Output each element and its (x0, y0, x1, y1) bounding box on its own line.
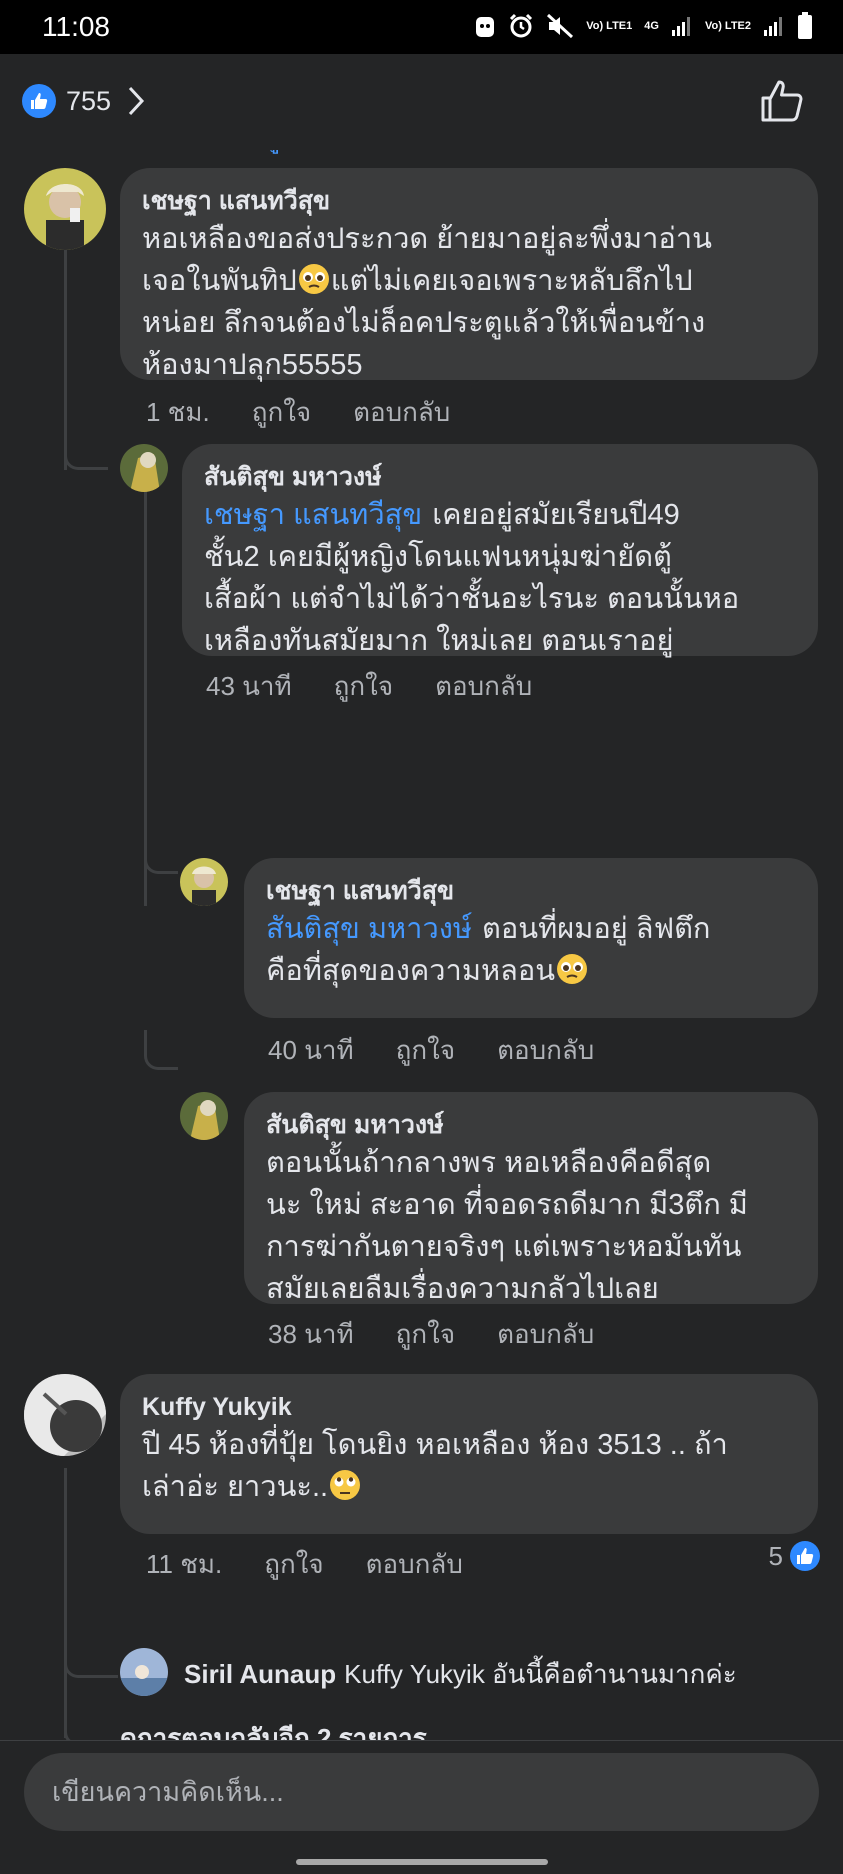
avatar[interactable] (120, 444, 168, 492)
like-badge-icon (22, 84, 56, 118)
comment-text: สันติสุข มหาวงษ์ ตอนที่ผมอยู่ ลิฟตึก คือท… (266, 913, 711, 987)
comment-actions: 43 นาที ถูกใจ ตอบกลับ (206, 666, 532, 707)
comment-actions: 40 นาที ถูกใจ ตอบกลับ (268, 1030, 594, 1071)
status-icons: Vo) LTE1 4G Vo) LTE2 (474, 12, 813, 40)
reply-link[interactable]: ตอบกลับ (435, 666, 532, 707)
status-bar: 11:08 Vo) LTE1 4G Vo) LTE2 (0, 0, 843, 54)
comment-bubble[interactable]: สันติสุข มหาวงษ์ เชษฐา แสนทวีสุข เคยอยู่ส… (182, 444, 818, 657)
avatar[interactable] (180, 1092, 228, 1140)
comment-input[interactable] (24, 1753, 819, 1831)
alarm-icon (510, 13, 533, 38)
comment-time: 43 นาที (206, 671, 292, 701)
reply-link[interactable]: ตอบกลับ (366, 1544, 463, 1585)
like-button-icon[interactable] (759, 78, 805, 124)
home-indicator[interactable] (296, 1859, 548, 1865)
comment-actions: 38 นาที ถูกใจ ตอบกลับ (268, 1314, 594, 1355)
comment-author[interactable]: เชษฐา แสนทวีสุข (266, 874, 796, 908)
like-count: 755 (66, 85, 112, 116)
pleading-face-emoji-icon (298, 264, 329, 294)
like-reaction-icon (790, 1541, 820, 1571)
comment-bubble[interactable]: เชษฐา แสนทวีสุข สันติสุข มหาวงษ์ ตอนที่ผม… (244, 858, 818, 1018)
comment-text: เชษฐา แสนทวีสุข เคยอยู่สมัยเรียนปี49 ชั้น… (204, 499, 740, 657)
comment-time: 1 ชม. (146, 397, 210, 427)
comment-bubble[interactable]: เชษฐา แสนทวีสุข หอเหลืองขอส่งประกวด ย้าย… (120, 168, 818, 381)
thread-elbow (144, 1030, 178, 1070)
like-link[interactable]: ถูกใจ (396, 1030, 455, 1071)
signal-icon-2 (764, 17, 782, 36)
avatar[interactable] (180, 858, 228, 906)
comment-bubble[interactable]: Kuffy Yukyik ปี 45 ห้องที่ปุ้ย โดนยิง หอ… (120, 1374, 818, 1534)
reaction-count: 5 (769, 1540, 821, 1572)
reply-link[interactable]: ตอบกลับ (497, 1314, 594, 1355)
reply-link[interactable]: ตอบกลับ (497, 1030, 594, 1071)
reply-link[interactable]: ตอบกลับ (353, 392, 450, 433)
like-link[interactable]: ถูกใจ (396, 1314, 455, 1355)
view-more-replies-link[interactable]: ดูการตอบกลับอีก 2 รายการ... (120, 1718, 448, 1740)
comment-time: 38 นาที (268, 1319, 354, 1349)
4g-label: 4G (644, 20, 659, 32)
comment-composer (0, 1740, 843, 1874)
comment-time: 11 ชม. (146, 1549, 223, 1579)
reply-preview-author[interactable]: Siril Aunaup (184, 1659, 336, 1689)
comment-actions: 11 ชม. ถูกใจ ตอบกลับ (146, 1544, 463, 1585)
mention-link[interactable]: สันติสุข มหาวงษ์ (266, 913, 472, 945)
comment-author[interactable]: เชษฐา แสนทวีสุข (142, 184, 796, 218)
battery-icon (798, 12, 812, 39)
comment-text: ปี 45 ห้องที่ปุ้ย โดนยิง หอเหลือง ห้อง 3… (142, 1429, 728, 1503)
lte2-label: Vo) LTE2 (704, 20, 751, 32)
comment-bubble[interactable]: สันติสุข มหาวงษ์ ตอนนั้นถ้ากลางพร หอเหลื… (244, 1092, 818, 1305)
thread-line (64, 1468, 67, 1738)
lte1-label: Vo) LTE1 (586, 20, 633, 32)
like-link[interactable]: ถูกใจ (334, 666, 393, 707)
thread-elbow (64, 412, 108, 470)
thread-elbow (144, 834, 178, 874)
chevron-right-icon (128, 86, 145, 116)
thread-elbow (64, 1642, 118, 1678)
comment-text: หอเหลืองขอส่งประกวด ย้ายมาอยู่ละพึ่งมาอ่… (142, 223, 712, 381)
eye-roll-emoji-icon (330, 1470, 361, 1500)
thread-elbow (64, 1710, 118, 1740)
comment-author[interactable]: Kuffy Yukyik (142, 1390, 796, 1424)
status-time: 11:08 (42, 11, 110, 42)
reply-preview[interactable]: Siril Aunaup Kuffy Yukyik อันนี้คือตำนานม… (184, 1654, 737, 1695)
like-link[interactable]: ถูกใจ (264, 1544, 323, 1585)
comment-author[interactable]: สันติสุข มหาวงษ์ (266, 1108, 796, 1142)
avatar[interactable] (24, 168, 106, 250)
like-link[interactable]: ถูกใจ (264, 150, 323, 159)
like-link[interactable]: ถูกใจ (252, 392, 311, 433)
notification-app-icon (476, 17, 495, 37)
signal-icon-1 (671, 17, 690, 36)
pleading-face-emoji-icon (557, 954, 588, 984)
like-summary[interactable]: 755 (22, 84, 145, 118)
comment-time: 11 ชม. (146, 150, 222, 159)
mute-icon (547, 13, 574, 39)
mention-link[interactable]: เชษฐา แสนทวีสุข (204, 499, 422, 531)
comment-time: 40 นาที (268, 1035, 354, 1065)
comment-actions: 1 ชม. ถูกใจ ตอบกลับ (146, 392, 450, 433)
comment-author[interactable]: สันติสุข มหาวงษ์ (204, 460, 796, 494)
avatar[interactable] (24, 1374, 106, 1456)
reply-link[interactable]: ตอบกลับ (366, 150, 463, 159)
reactions-header: 755 (0, 54, 843, 150)
comments-feed[interactable]: 11 ชม. ถูกใจ ตอบกลับ 15 เชษฐา แสนทวีสุข … (0, 150, 843, 1740)
comment-text: ตอนนั้นถ้ากลางพร หอเหลืองคือดีสุด นะ ใหม… (266, 1147, 748, 1305)
comment-actions-partial: 11 ชม. ถูกใจ ตอบกลับ (146, 150, 463, 159)
avatar[interactable] (120, 1648, 168, 1696)
reply-preview-text: Kuffy Yukyik อันนี้คือตำนานมากค่ะ (344, 1659, 737, 1689)
